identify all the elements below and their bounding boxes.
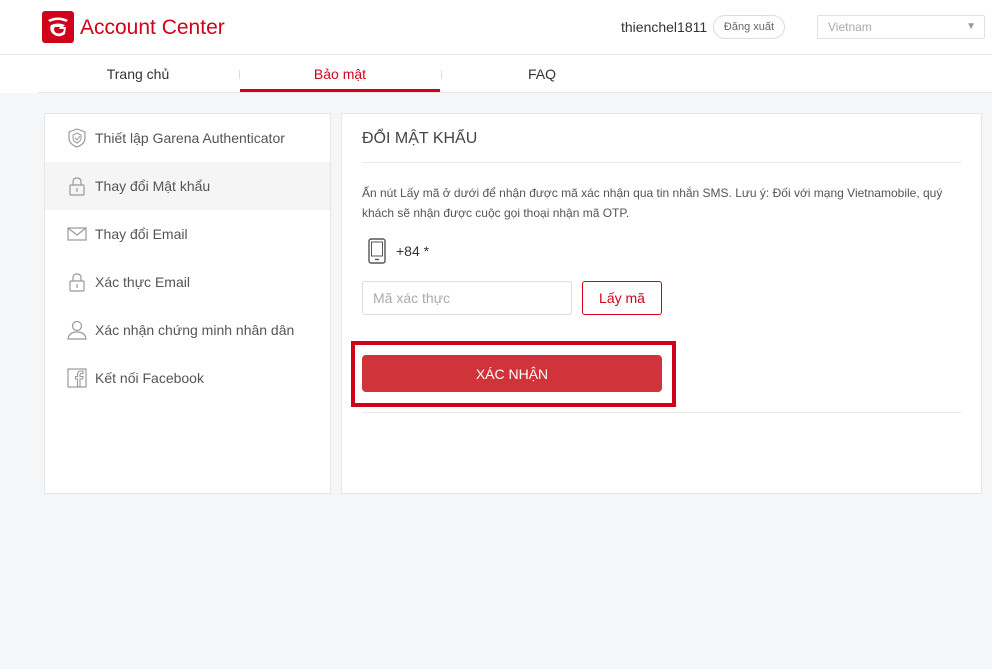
header: Account Center thienchel1811 Đăng xuất V… <box>0 0 992 55</box>
nav-divider <box>38 92 992 93</box>
sidebar: Thiết lập Garena Authenticator Thay đổi … <box>44 113 331 494</box>
garena-logo-icon[interactable] <box>42 11 74 43</box>
sidebar-item-label: Xác thực Email <box>95 274 190 290</box>
brand-title: Account Center <box>80 16 225 39</box>
active-tab-indicator <box>240 89 440 92</box>
user-icon <box>67 320 87 340</box>
chevron-down-icon: ▼ <box>966 21 976 32</box>
get-code-button[interactable]: Lấy mã <box>582 281 662 315</box>
tab-home[interactable]: Trang chủ <box>38 55 238 93</box>
tab-faq[interactable]: FAQ <box>442 55 642 93</box>
envelope-icon <box>67 227 87 241</box>
tab-separator <box>441 70 442 79</box>
sidebar-item-label: Thay đổi Email <box>95 226 188 242</box>
sidebar-item-facebook[interactable]: Kết nối Facebook <box>45 354 330 402</box>
phone-number: +84 * <box>396 243 430 259</box>
username: thienchel1811 <box>621 19 708 35</box>
lock-icon <box>69 177 85 196</box>
page-title: ĐỔI MẬT KHẨU <box>362 130 478 147</box>
logout-button[interactable]: Đăng xuất <box>713 15 785 39</box>
country-value: Vietnam <box>828 20 872 34</box>
sidebar-item-verify-email[interactable]: Xác thực Email <box>45 258 330 306</box>
main-nav: Trang chủ Bảo mật FAQ <box>0 55 992 93</box>
sidebar-item-id-verification[interactable]: Xác nhận chứng minh nhân dân <box>45 306 330 354</box>
sidebar-item-change-email[interactable]: Thay đổi Email <box>45 210 330 258</box>
verification-code-input[interactable] <box>362 281 572 315</box>
country-select[interactable]: Vietnam ▼ <box>817 15 985 39</box>
divider <box>362 162 961 163</box>
tab-separator <box>239 70 240 79</box>
phone-icon <box>368 238 386 264</box>
sidebar-item-label: Thiết lập Garena Authenticator <box>95 130 285 146</box>
confirm-button[interactable]: XÁC NHẬN <box>362 355 662 392</box>
change-password-panel: ĐỔI MẬT KHẨU Ấn nút Lấy mã ở dưới để nhậ… <box>341 113 982 494</box>
sidebar-item-label: Kết nối Facebook <box>95 370 204 386</box>
facebook-icon <box>67 368 87 388</box>
sidebar-item-label: Thay đổi Mật khẩu <box>95 178 211 194</box>
shield-icon <box>68 128 86 148</box>
sidebar-item-authenticator[interactable]: Thiết lập Garena Authenticator <box>45 114 330 162</box>
instruction-text: Ấn nút Lấy mã ở dưới để nhận được mã xác… <box>362 186 943 220</box>
tab-security[interactable]: Bảo mật <box>240 55 440 93</box>
sidebar-item-change-password[interactable]: Thay đổi Mật khẩu <box>45 162 330 210</box>
lock-icon <box>69 273 85 292</box>
divider <box>362 412 961 413</box>
sidebar-item-label: Xác nhận chứng minh nhân dân <box>95 322 295 338</box>
